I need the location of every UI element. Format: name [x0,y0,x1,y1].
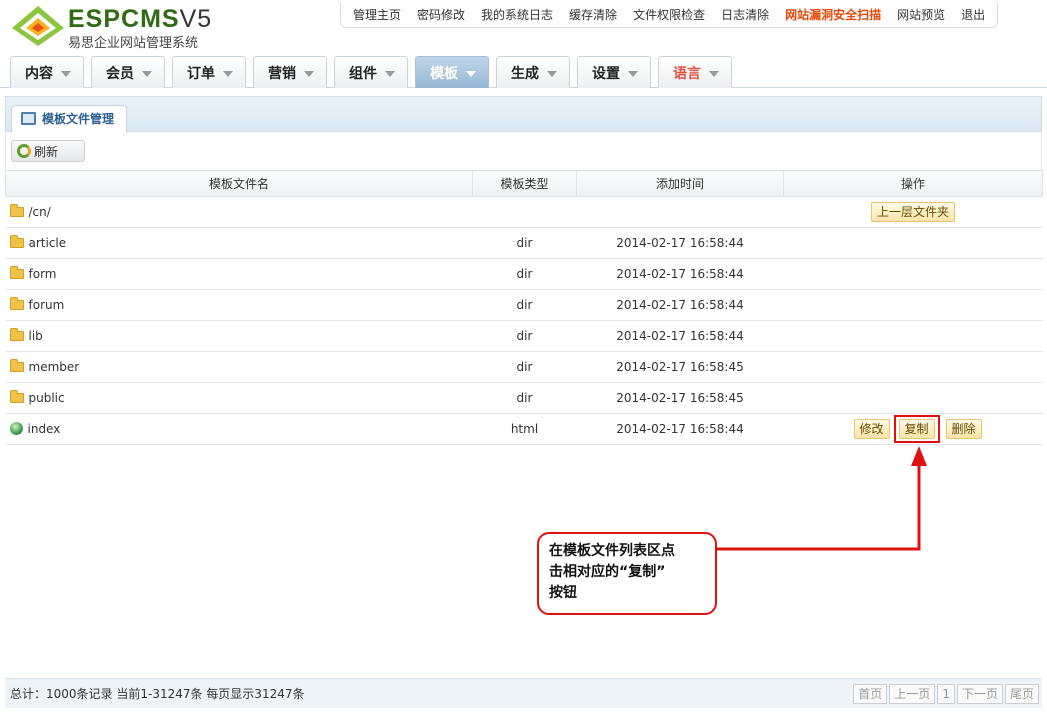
row-type: dir [472,227,577,259]
record-summary: 总计：1000条记录 当前1-31247条 每页显示31247条 [10,687,305,701]
monitor-icon [21,112,36,125]
pager: 首页 上一页 1 下一页 尾页 [851,684,1039,704]
nav-tab-members[interactable]: 会员 [91,56,165,88]
nav-tab-generate[interactable]: 生成 [496,56,570,88]
row-name[interactable]: public [29,391,65,405]
table-row: article dir 2014-02-17 16:58:44 [5,227,1043,259]
row-time: 2014-02-17 16:58:44 [576,289,784,321]
row-type: dir [472,289,577,321]
toolbar: 刷新 [5,132,1042,170]
tab-template-files[interactable]: 模板文件管理 [11,105,128,133]
top-link-clear-cache[interactable]: 缓存清除 [561,6,625,23]
row-type: dir [472,258,577,290]
row-type: dir [472,351,577,383]
pager-page[interactable]: 1 [937,684,955,704]
row-time: 2014-02-17 16:58:44 [576,227,784,259]
row-name[interactable]: form [29,267,57,281]
row-name[interactable]: lib [29,329,43,343]
delete-button[interactable]: 删除 [945,419,982,439]
pager-last[interactable]: 尾页 [1004,684,1039,704]
nav-tab-orders[interactable]: 订单 [172,56,246,88]
col-header-actions: 操作 [783,170,1043,197]
logo-icon [12,6,64,46]
table-row: public dir 2014-02-17 16:58:45 [5,382,1043,414]
row-name[interactable]: member [29,360,80,374]
top-link-home[interactable]: 管理主页 [345,6,409,23]
row-time: 2014-02-17 16:58:44 [576,258,784,290]
folder-icon [9,204,24,217]
top-menu: 管理主页 密码修改 我的系统日志 缓存清除 文件权限检查 日志清除 网站漏洞安全… [340,2,999,28]
top-link-security-scan[interactable]: 网站漏洞安全扫描 [777,6,889,23]
nav-tab-components[interactable]: 组件 [334,56,408,88]
copy-button[interactable]: 复制 [898,419,935,439]
chevron-down-icon [304,70,314,77]
copy-highlight: 复制 [893,415,940,443]
table-row: form dir 2014-02-17 16:58:44 [5,258,1043,290]
top-link-clear-log[interactable]: 日志清除 [713,6,777,23]
row-type: dir [472,382,577,414]
header: ESPCMSV5 易思企业网站管理系统 管理主页 密码修改 我的系统日志 缓存清… [0,0,1047,56]
row-time: 2014-02-17 16:58:44 [576,320,784,352]
template-table: 模板文件名 模板类型 添加时间 操作 /cn/ 上一层文件夹 article d… [5,170,1043,445]
table-row: index html 2014-02-17 16:58:44 修改 复制 删除 [5,413,1043,445]
chevron-down-icon [142,70,152,77]
instruction-callout: 在模板文件列表区点 击相对应的“复制” 按钮 [537,532,717,615]
edit-button[interactable]: 修改 [853,419,890,439]
brand-name: ESPCMSV5 [68,5,213,33]
top-link-preview[interactable]: 网站预览 [889,6,953,23]
top-link-file-permissions[interactable]: 文件权限检查 [625,6,713,23]
brand-tagline: 易思企业网站管理系统 [68,36,199,51]
nav-tab-templates[interactable]: 模板 [415,56,489,88]
row-name[interactable]: /cn/ [29,205,51,219]
nav-tab-language[interactable]: 语言 [658,56,732,88]
row-type: dir [472,320,577,352]
chevron-down-icon [547,70,557,77]
folder-icon [9,359,24,372]
footer: 总计：1000条记录 当前1-31247条 每页显示31247条 首页 上一页 … [5,678,1042,708]
chevron-down-icon [628,70,638,77]
row-name[interactable]: article [29,236,67,250]
folder-icon [9,297,24,310]
nav-tab-content[interactable]: 内容 [10,56,84,88]
row-type: html [472,413,577,445]
refresh-icon [17,144,31,158]
table-row: forum dir 2014-02-17 16:58:44 [5,289,1043,321]
main-nav: 内容 会员 订单 营销 组件 模板 生成 设置 语言 [0,56,1047,88]
chevron-down-icon [61,70,71,77]
row-name[interactable]: forum [29,298,65,312]
nav-tab-settings[interactable]: 设置 [577,56,651,88]
top-link-password[interactable]: 密码修改 [409,6,473,23]
nav-tab-marketing[interactable]: 营销 [253,56,327,88]
folder-icon [9,390,24,403]
row-time: 2014-02-17 16:58:45 [576,351,784,383]
folder-icon [9,328,24,341]
col-header-type: 模板类型 [472,170,577,197]
refresh-button[interactable]: 刷新 [11,140,85,162]
chevron-down-icon [223,70,233,77]
row-time: 2014-02-17 16:58:44 [576,413,784,445]
row-time: 2014-02-17 16:58:45 [576,382,784,414]
pager-first[interactable]: 首页 [853,684,888,704]
html-file-icon [9,422,23,435]
chevron-down-icon [385,70,395,77]
pager-next[interactable]: 下一页 [956,684,1003,704]
parent-folder-button[interactable]: 上一层文件夹 [870,202,955,222]
folder-icon [9,235,24,248]
panel-tabbar: 模板文件管理 [5,96,1042,133]
table-row: lib dir 2014-02-17 16:58:44 [5,320,1043,352]
top-link-logout[interactable]: 退出 [953,6,993,23]
pager-prev[interactable]: 上一页 [889,684,936,704]
template-panel: 模板文件管理 刷新 模板文件名 模板类型 添加时间 操作 /cn/ 上一层文件夹 [5,96,1043,708]
table-row: member dir 2014-02-17 16:58:45 [5,351,1043,383]
chevron-down-icon [466,70,476,77]
folder-icon [9,266,24,279]
chevron-down-icon [709,70,719,77]
row-name[interactable]: index [28,422,61,436]
table-row-parent: /cn/ 上一层文件夹 [5,196,1043,228]
table-header: 模板文件名 模板类型 添加时间 操作 [5,170,1043,197]
top-link-my-log[interactable]: 我的系统日志 [473,6,561,23]
col-header-filename: 模板文件名 [5,170,473,197]
col-header-time: 添加时间 [576,170,784,197]
